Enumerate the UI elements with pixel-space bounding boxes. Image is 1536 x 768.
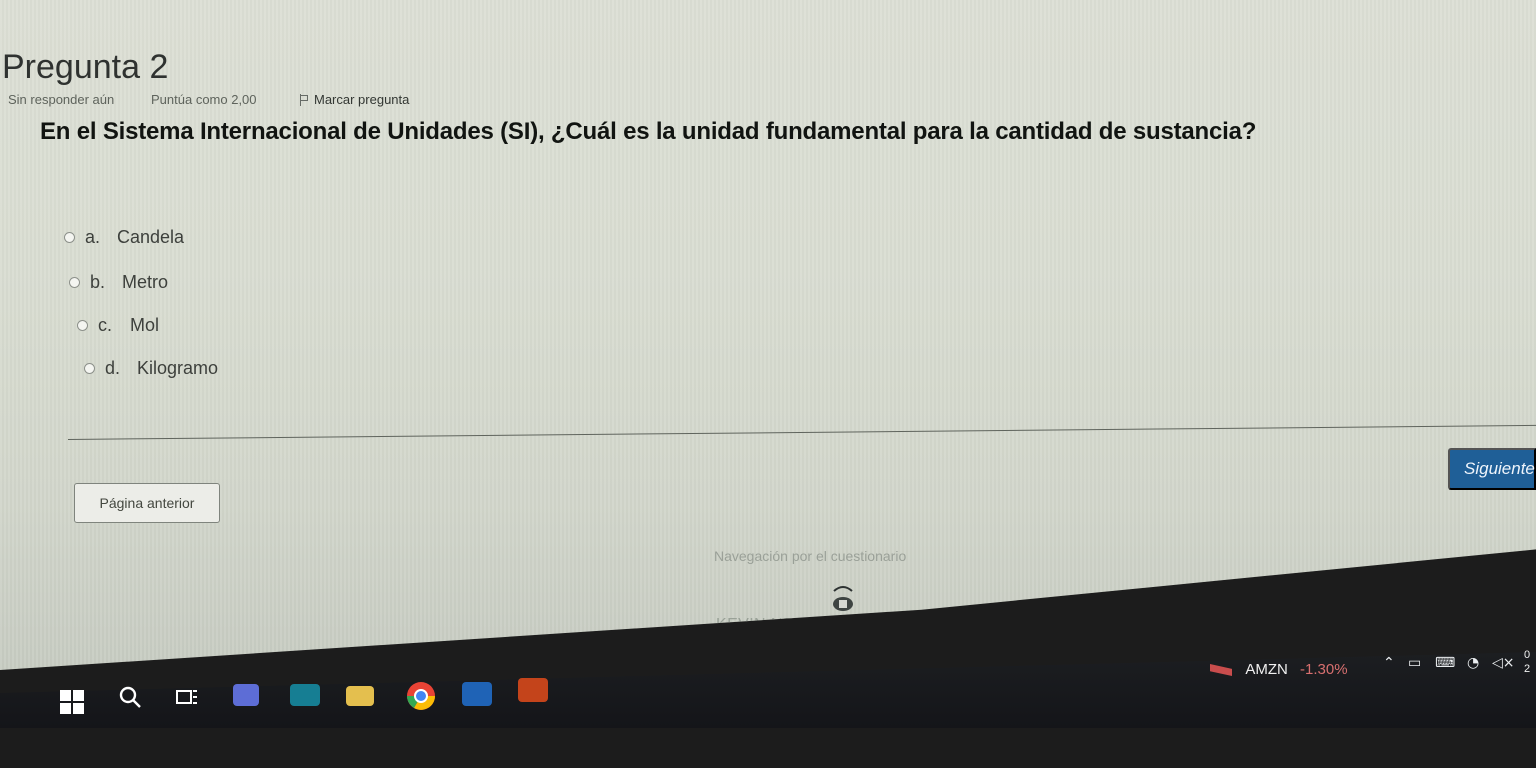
flag-question-label: Marcar pregunta (314, 92, 410, 107)
teams-icon[interactable] (233, 684, 259, 706)
stock-change: -1.30% (1300, 661, 1348, 678)
wifi-icon[interactable]: ◔ (1467, 655, 1479, 671)
option-letter: b. (90, 272, 106, 292)
clock-widget[interactable]: 0 2 (1524, 648, 1530, 676)
user-name: KEVIN NEYK MUÑOZ BENDEZU (716, 616, 966, 633)
flag-question-button[interactable]: Marcar pregunta (300, 92, 409, 107)
folder-icon[interactable] (346, 686, 374, 706)
answer-option-b[interactable]: b. Metro (69, 272, 168, 293)
word-icon[interactable] (462, 682, 492, 706)
option-label: Kilogramo (137, 358, 219, 378)
option-label: Mol (130, 315, 160, 335)
keyboard-icon[interactable]: ⌨ (1435, 655, 1455, 671)
option-letter: c. (98, 315, 113, 335)
powerpoint-icon[interactable] (518, 678, 548, 702)
radio-button[interactable] (77, 320, 88, 331)
stock-symbol: AMZN (1245, 661, 1288, 678)
flag-icon (300, 93, 308, 106)
answer-option-a[interactable]: a. Candela (64, 227, 184, 248)
question-status: Sin responder aún (8, 92, 115, 107)
radio-button[interactable] (69, 277, 80, 288)
question-nav-cell[interactable] (522, 651, 559, 666)
windows-icon[interactable] (60, 690, 84, 714)
quiz-navigation-title: Navegación por el cuestionario (714, 548, 907, 564)
user-avatar-icon (833, 586, 853, 611)
quiz-screen: Pregunta 2 Sin responder aún Puntúa como… (0, 0, 1536, 670)
stock-icon (1210, 664, 1232, 677)
question-nav-cell[interactable] (562, 651, 599, 666)
chevron-up-icon[interactable]: ⌃ (1383, 655, 1395, 671)
radio-button[interactable] (84, 363, 95, 374)
option-letter: a. (85, 227, 101, 247)
question-text: En el Sistema Internacional de Unidades … (40, 118, 1257, 145)
option-label: Metro (122, 272, 169, 292)
question-nav-cell[interactable] (364, 651, 401, 666)
mail-icon[interactable] (290, 684, 320, 706)
volume-icon[interactable]: ◁× (1492, 655, 1515, 671)
question-nav-cell[interactable] (602, 651, 638, 666)
next-page-button[interactable]: Siguiente (1448, 448, 1536, 490)
previous-page-button[interactable]: Página anterior (74, 483, 220, 523)
answer-option-c[interactable]: c. Mol (77, 315, 159, 336)
question-nav-cell[interactable] (641, 651, 678, 666)
question-heading: Pregunta 2 (2, 48, 169, 86)
battery-icon[interactable]: ▭ (1408, 655, 1421, 671)
stock-widget[interactable]: AMZN -1.30% (1210, 661, 1348, 678)
question-navigation-strip[interactable] (325, 651, 717, 666)
clock-line-1: 0 (1524, 649, 1531, 661)
answer-option-d[interactable]: d. Kilogramo (84, 358, 218, 379)
section-divider (68, 424, 1536, 440)
question-score: Puntúa como 2,00 (151, 92, 257, 107)
question-nav-cell[interactable] (443, 651, 480, 666)
question-nav-cell[interactable] (681, 651, 717, 666)
option-letter: d. (105, 358, 121, 378)
task-view-icon[interactable] (175, 688, 199, 708)
radio-button[interactable] (64, 232, 75, 243)
chrome-icon[interactable] (406, 681, 436, 711)
clock-line-2: 2 (1524, 663, 1531, 675)
search-icon[interactable] (118, 685, 142, 709)
option-label: Candela (117, 227, 185, 247)
question-nav-cell[interactable] (325, 651, 361, 666)
question-nav-cell[interactable] (404, 651, 440, 666)
question-nav-cell[interactable] (483, 651, 519, 666)
